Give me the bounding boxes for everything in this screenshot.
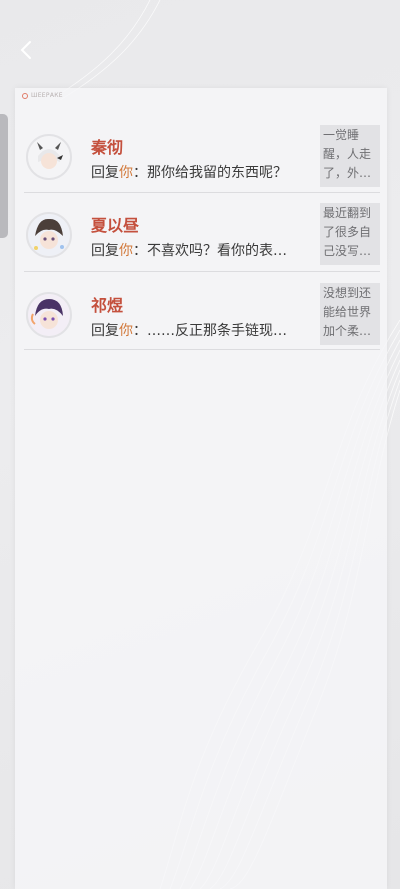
post-preview[interactable]: 一觉睡醒，人走了，外…: [320, 125, 380, 187]
reply-content: ：不喜欢吗？看你的表…: [133, 243, 287, 259]
reply-you: 你: [119, 323, 133, 339]
brand-logo-icon: [22, 92, 28, 99]
brand-logo-text: ШЕЕРАКЕ: [31, 92, 63, 99]
sender-name: 夏以昼: [91, 216, 140, 235]
reply-prefix: 回复: [91, 165, 119, 181]
reply-content: ：那你给我留的东西呢？: [133, 165, 287, 181]
reply-text: 回复你：那你给我留的东西呢？: [91, 162, 287, 182]
chevron-left-icon: [20, 41, 31, 59]
avatar[interactable]: [26, 212, 72, 258]
reply-prefix: 回复: [91, 243, 119, 259]
sender-name: 祁煜: [91, 296, 124, 315]
reply-content: ：……反正那条手链现…: [133, 323, 287, 339]
reply-you: 你: [119, 243, 133, 259]
avatar-qinche-icon: [28, 136, 70, 178]
reply-text: 回复你：……反正那条手链现…: [91, 320, 287, 340]
reply-you: 你: [119, 165, 133, 181]
brand-logo: ШЕЕРАКЕ: [22, 92, 63, 99]
reply-text: 回复你：不喜欢吗？看你的表…: [91, 240, 287, 260]
avatar[interactable]: [26, 292, 72, 338]
post-preview[interactable]: 没想到还能给世界加个柔…: [320, 283, 380, 345]
sender-name: 秦彻: [91, 138, 124, 157]
message-item[interactable]: 夏以昼 回复你：不喜欢吗？看你的表… 最近翻到了很多自己没写…: [24, 203, 381, 281]
reply-prefix: 回复: [91, 323, 119, 339]
divider: [24, 271, 380, 272]
side-drawer-handle[interactable]: [0, 114, 8, 238]
avatar-qiyu-icon: [28, 294, 70, 336]
back-button[interactable]: [14, 38, 38, 62]
post-preview[interactable]: 最近翻到了很多自己没写…: [320, 203, 380, 265]
avatar-xiayizhou-icon: [28, 214, 70, 256]
divider: [24, 349, 380, 350]
avatar[interactable]: [26, 134, 72, 180]
divider: [24, 192, 380, 193]
